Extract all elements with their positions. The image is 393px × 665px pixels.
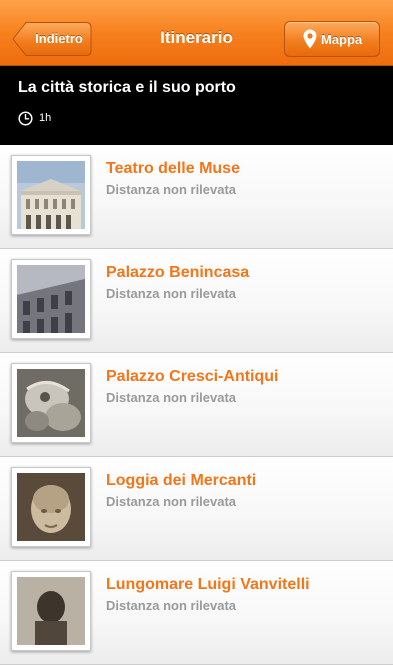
list-item[interactable]: Palazzo Benincasa Distanza non rilevata (0, 249, 393, 353)
navigation-bar: Indietro Itinerario Mappa (0, 0, 393, 66)
poi-thumbnail (11, 259, 91, 339)
list-item[interactable]: Lungomare Luigi Vanvitelli Distanza non … (0, 561, 393, 665)
route-title: La città storica e il suo porto (18, 79, 236, 96)
poi-thumbnail (11, 467, 91, 547)
map-pin-icon (303, 29, 317, 49)
palazzo-facade-photo (17, 265, 85, 333)
poi-thumbnail (11, 363, 91, 443)
poi-distance: Distanza non rilevata (106, 390, 237, 405)
poi-name: Loggia dei Mercanti (106, 472, 257, 489)
poi-name: Palazzo Benincasa (106, 264, 250, 281)
statue-photo (17, 577, 85, 645)
theatre-building-photo (17, 161, 85, 229)
stone-relief-photo (17, 369, 85, 437)
poi-thumbnail (11, 571, 91, 651)
poi-list: Teatro delle Muse Distanza non rilevata … (0, 145, 393, 665)
route-header: La città storica e il suo porto 1h (0, 66, 393, 145)
map-button[interactable]: Mappa (284, 21, 380, 57)
list-item[interactable]: Loggia dei Mercanti Distanza non rilevat… (0, 457, 393, 561)
poi-distance: Distanza non rilevata (106, 494, 237, 509)
sculpted-head-photo (17, 473, 85, 541)
poi-distance: Distanza non rilevata (106, 182, 237, 197)
duration-value: 1h (39, 112, 52, 124)
poi-distance: Distanza non rilevata (106, 286, 237, 301)
route-duration: 1h (18, 110, 51, 126)
poi-name: Lungomare Luigi Vanvitelli (106, 576, 310, 593)
poi-name: Teatro delle Muse (106, 160, 240, 177)
clock-icon (18, 110, 33, 126)
poi-distance: Distanza non rilevata (106, 598, 237, 613)
list-item[interactable]: Teatro delle Muse Distanza non rilevata (0, 145, 393, 249)
poi-name: Palazzo Cresci-Antiqui (106, 368, 279, 385)
map-button-label: Mappa (321, 32, 363, 47)
poi-thumbnail (11, 155, 91, 235)
list-item[interactable]: Palazzo Cresci-Antiqui Distanza non rile… (0, 353, 393, 457)
